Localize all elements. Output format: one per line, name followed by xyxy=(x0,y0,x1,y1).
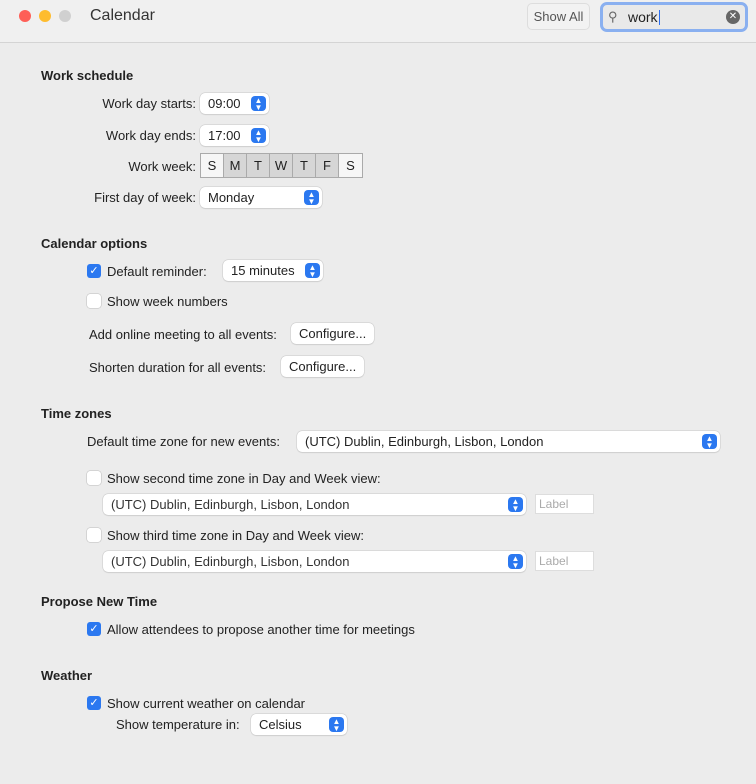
title-bar: Calendar Show All ⚲ work ✕ xyxy=(0,0,756,43)
temperature-unit-label: Show temperature in: xyxy=(116,717,240,732)
search-field[interactable]: ⚲ work ✕ xyxy=(600,2,748,32)
default-reminder-label: Default reminder: xyxy=(107,264,207,279)
allow-propose-label: Allow attendees to propose another time … xyxy=(107,622,415,637)
show-weather-label: Show current weather on calendar xyxy=(107,696,306,711)
search-input[interactable]: work xyxy=(628,10,660,25)
zoom-button[interactable] xyxy=(59,10,71,22)
popup-icon: ▲ ▼ xyxy=(329,717,344,733)
clear-search-icon[interactable]: ✕ xyxy=(726,10,740,24)
third-time-zone-label: Show third time zone in Day and Week vie… xyxy=(107,528,364,543)
work-day-starts-label: Work day starts: xyxy=(102,96,196,111)
default-reminder-checkbox[interactable]: ✓ xyxy=(87,264,101,278)
reminder-value: 15 minutes xyxy=(231,263,295,278)
work-day-starts-stepper[interactable]: 09:00 ▲ ▼ xyxy=(200,93,269,114)
section-propose-new-time: Propose New Time xyxy=(41,594,158,609)
online-meeting-label: Add online meeting to all events: xyxy=(89,327,277,342)
first-day-popup[interactable]: Monday ▲ ▼ xyxy=(200,187,322,208)
temperature-unit-popup[interactable]: Celsius ▲ ▼ xyxy=(251,714,347,735)
search-icon: ⚲ xyxy=(608,9,618,24)
close-button[interactable] xyxy=(19,10,31,22)
default-reminder-popup[interactable]: 15 minutes ▲ ▼ xyxy=(223,260,323,281)
work-week-day-6[interactable]: S xyxy=(339,154,362,177)
work-week-day-5[interactable]: F xyxy=(316,154,339,177)
shorten-duration-configure-button[interactable]: Configure... xyxy=(281,356,365,377)
work-day-ends-stepper[interactable]: 17:00 ▲ ▼ xyxy=(200,125,269,146)
show-weather-checkbox[interactable]: ✓ xyxy=(87,696,101,710)
third-time-zone-popup[interactable]: (UTC) Dublin, Edinburgh, Lisbon, London ▲… xyxy=(103,551,526,572)
popup-icon: ▲ ▼ xyxy=(304,190,319,206)
section-weather: Weather xyxy=(41,668,93,683)
work-week-day-3[interactable]: W xyxy=(270,154,293,177)
start-value: 09:00 xyxy=(208,96,241,111)
minimize-button[interactable] xyxy=(39,10,51,22)
second-time-zone-label: Show second time zone in Day and Week vi… xyxy=(107,471,381,486)
default-time-zone-label: Default time zone for new events: xyxy=(87,434,280,449)
work-week-day-0[interactable]: S xyxy=(201,154,224,177)
online-meeting-configure-button[interactable]: Configure... xyxy=(291,323,375,344)
third-tz-value: (UTC) Dublin, Edinburgh, Lisbon, London xyxy=(111,554,350,569)
week-numbers-checkbox[interactable] xyxy=(87,294,101,308)
second-time-zone-popup[interactable]: (UTC) Dublin, Edinburgh, Lisbon, London ▲… xyxy=(103,494,526,515)
work-day-ends-label: Work day ends: xyxy=(105,128,196,143)
first-day-label: First day of week: xyxy=(94,190,196,205)
popup-icon: ▲ ▼ xyxy=(508,497,523,513)
stepper-icon: ▲ ▼ xyxy=(251,96,266,112)
work-week-selector: SMTWTFS xyxy=(200,153,363,178)
third-time-zone-label-input[interactable]: Label xyxy=(535,551,594,571)
work-week-day-4[interactable]: T xyxy=(293,154,316,177)
work-week-day-1[interactable]: M xyxy=(224,154,247,177)
allow-propose-checkbox[interactable]: ✓ xyxy=(87,622,101,636)
end-value: 17:00 xyxy=(208,128,241,143)
section-work-schedule: Work schedule xyxy=(41,68,134,83)
popup-icon: ▲ ▼ xyxy=(305,263,320,279)
work-week-label: Work week: xyxy=(128,159,196,174)
popup-icon: ▲ ▼ xyxy=(702,434,717,450)
second-tz-value: (UTC) Dublin, Edinburgh, Lisbon, London xyxy=(111,497,350,512)
work-week-day-2[interactable]: T xyxy=(247,154,270,177)
second-time-zone-checkbox[interactable] xyxy=(87,471,101,485)
week-numbers-label: Show week numbers xyxy=(107,294,228,309)
stepper-icon: ▲ ▼ xyxy=(251,128,266,144)
popup-icon: ▲ ▼ xyxy=(508,554,523,570)
temp-value: Celsius xyxy=(259,717,302,732)
show-all-button[interactable]: Show All xyxy=(527,3,590,30)
section-time-zones: Time zones xyxy=(41,406,112,421)
third-time-zone-checkbox[interactable] xyxy=(87,528,101,542)
first-day-value: Monday xyxy=(208,190,255,205)
window-title: Calendar xyxy=(90,7,155,24)
section-calendar-options: Calendar options xyxy=(41,236,148,251)
second-time-zone-label-input[interactable]: Label xyxy=(535,494,594,514)
shorten-duration-label: Shorten duration for all events: xyxy=(89,360,267,375)
default-tz-value: (UTC) Dublin, Edinburgh, Lisbon, London xyxy=(305,434,544,449)
default-time-zone-popup[interactable]: (UTC) Dublin, Edinburgh, Lisbon, London ▲… xyxy=(297,431,720,452)
